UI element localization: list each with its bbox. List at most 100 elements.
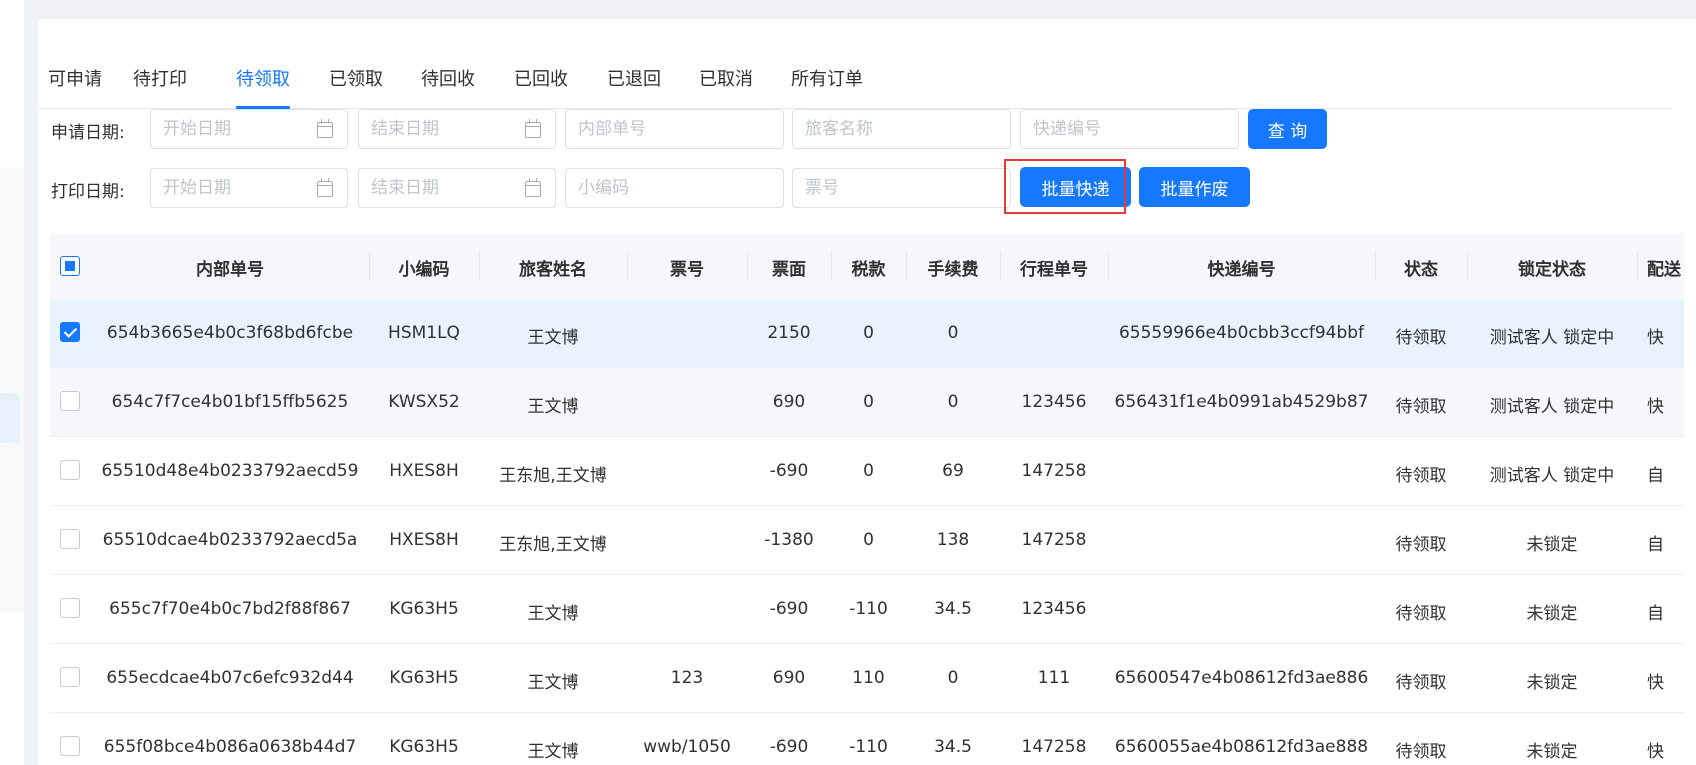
row-checkbox[interactable] (60, 322, 80, 342)
tax-cell: 0 (863, 392, 874, 412)
calendar-icon (317, 119, 333, 138)
table-row[interactable]: 655ecdcae4b07c6efc932d44 KG63H5 王文博 123 … (50, 644, 1684, 713)
tab-returned[interactable]: 已退回 (607, 65, 661, 91)
tab-to-recycle[interactable]: 待回收 (421, 65, 475, 91)
side-nav-panel (0, 167, 24, 613)
ticket-no-input[interactable] (793, 169, 1010, 207)
lock-status-cell: 未锁定 (1526, 535, 1578, 555)
service-fee-cell: 69 (942, 461, 964, 481)
passenger-name-input[interactable] (793, 110, 1010, 148)
express-no-field[interactable] (1020, 109, 1239, 149)
small-code-cell: HXES8H (389, 530, 459, 550)
col-ticket-face: 票面 (772, 260, 806, 280)
tax-cell: 0 (863, 323, 874, 343)
table-row[interactable]: 65510dcae4b0233792aecd5a HXES8H 王东旭,王文博 … (50, 506, 1684, 575)
tab-to-print[interactable]: 待打印 (133, 65, 187, 91)
col-lock-status: 锁定状态 (1518, 260, 1586, 280)
itinerary-no-cell: 111 (1037, 668, 1071, 688)
ticket-face-cell: -690 (769, 599, 809, 619)
small-code-cell: KG63H5 (389, 668, 459, 688)
apply-end-date-field[interactable] (358, 109, 556, 149)
tab-cancelled[interactable]: 已取消 (699, 65, 753, 91)
express-no-cell: 656431f1e4b0991ab4529b87 (1114, 392, 1369, 412)
passenger-name-field[interactable] (792, 109, 1011, 149)
row-checkbox[interactable] (60, 598, 80, 618)
table-row[interactable]: 65510d48e4b0233792aecd59 HXES8H 王东旭,王文博 … (50, 437, 1684, 506)
tab-collected[interactable]: 已领取 (329, 65, 383, 91)
delivery-cell: 自 (1647, 535, 1664, 555)
print-start-date-field[interactable] (150, 168, 348, 208)
row-checkbox[interactable] (60, 736, 80, 756)
row-checkbox[interactable] (60, 529, 80, 549)
tab-to-collect[interactable]: 待领取 (236, 65, 290, 91)
small-code-cell: KWSX52 (388, 392, 460, 412)
itinerary-no-cell: 123456 (1021, 599, 1087, 619)
table-header: 内部单号 小编码 旅客姓名 票号 票面 税款 手续费 行程单号 快递编号 状态 … (50, 233, 1684, 299)
status-cell: 待领取 (1395, 604, 1447, 624)
express-no-cell: 6560055ae4b08612fd3ae888 (1114, 737, 1369, 757)
internal-no-cell: 65510dcae4b0233792aecd5a (102, 530, 358, 550)
col-service-fee: 手续费 (927, 260, 979, 280)
col-status: 状态 (1404, 260, 1438, 280)
service-fee-cell: 138 (936, 530, 970, 550)
ticket-face-cell: 690 (772, 392, 806, 412)
row-checkbox[interactable] (60, 391, 80, 411)
select-all-checkbox[interactable] (60, 256, 80, 276)
tab-applicable[interactable]: 可申请 (48, 65, 102, 91)
highlight-box (1004, 159, 1126, 214)
row-checkbox[interactable] (60, 460, 80, 480)
tax-cell: 110 (852, 668, 885, 688)
ticket-face-cell: -690 (769, 737, 809, 757)
calendar-icon (525, 178, 541, 197)
table-row[interactable]: 654c7f7ce4b01bf15ffb5625 KWSX52 王文博 690 … (50, 368, 1684, 437)
col-tax: 税款 (851, 260, 886, 280)
lock-status-cell: 测试客人 锁定中 (1489, 328, 1615, 348)
lock-status-cell: 未锁定 (1526, 673, 1578, 693)
internal-no-cell: 65510d48e4b0233792aecd59 (101, 461, 359, 481)
table-row[interactable]: 655f08bce4b086a0638b44d7 KG63H5 王文博 wwb/… (50, 713, 1684, 765)
passenger-name-cell: 王文博 (527, 397, 579, 417)
express-no-cell: 65600547e4b08612fd3ae886 (1114, 668, 1369, 688)
tab-recycled[interactable]: 已回收 (514, 65, 568, 91)
tax-cell: 0 (863, 461, 874, 481)
internal-no-field[interactable] (565, 109, 784, 149)
tax-cell: -110 (849, 599, 888, 619)
side-nav-active-item[interactable] (0, 393, 20, 443)
row-checkbox[interactable] (60, 667, 80, 687)
passenger-name-cell: 王文博 (527, 673, 579, 693)
query-button[interactable]: 查 询 (1248, 109, 1327, 149)
delivery-cell: 快 (1647, 742, 1664, 762)
orders-panel: 可申请 待打印 待领取 已领取 待回收 已回收 已退回 已取消 所有订单 申请日… (38, 19, 1696, 765)
delivery-cell: 快 (1647, 328, 1664, 348)
col-ticket-no: 票号 (670, 260, 704, 280)
apply-start-date-field[interactable] (150, 109, 348, 149)
table-row[interactable]: 655c7f70e4b0c7bd2f88f867 KG63H5 王文博 -690… (50, 575, 1684, 644)
table-row[interactable]: 654b3665e4b0c3f68bd6fcbe HSM1LQ 王文博 2150… (50, 299, 1684, 368)
lock-status-cell: 未锁定 (1526, 604, 1578, 624)
small-code-cell: HSM1LQ (388, 323, 460, 343)
tab-all-orders[interactable]: 所有订单 (791, 65, 863, 91)
passenger-name-cell: 王东旭,王文博 (499, 535, 607, 555)
delivery-cell: 快 (1647, 397, 1664, 417)
internal-no-cell: 655ecdcae4b07c6efc932d44 (106, 668, 354, 688)
batch-void-button[interactable]: 批量作废 (1139, 167, 1250, 207)
express-no-input[interactable] (1021, 110, 1238, 148)
ticket-face-cell: -690 (769, 461, 809, 481)
ticket-no-field[interactable] (792, 168, 1011, 208)
itinerary-no-cell: 147258 (1021, 530, 1087, 550)
status-cell: 待领取 (1395, 673, 1447, 693)
internal-no-cell: 654b3665e4b0c3f68bd6fcbe (106, 323, 354, 343)
print-end-date-field[interactable] (358, 168, 556, 208)
small-code-cell: HXES8H (389, 461, 459, 481)
internal-no-input[interactable] (566, 110, 783, 148)
internal-no-cell: 654c7f7ce4b01bf15ffb5625 (111, 392, 349, 412)
small-code-input[interactable] (566, 169, 783, 207)
small-code-cell: KG63H5 (389, 599, 459, 619)
small-code-field[interactable] (565, 168, 784, 208)
calendar-icon (317, 178, 333, 197)
passenger-name-cell: 王文博 (527, 742, 579, 762)
status-cell: 待领取 (1395, 466, 1447, 486)
col-internal-no: 内部单号 (196, 260, 264, 280)
calendar-icon (525, 119, 541, 138)
col-express-no: 快递编号 (1207, 260, 1276, 280)
